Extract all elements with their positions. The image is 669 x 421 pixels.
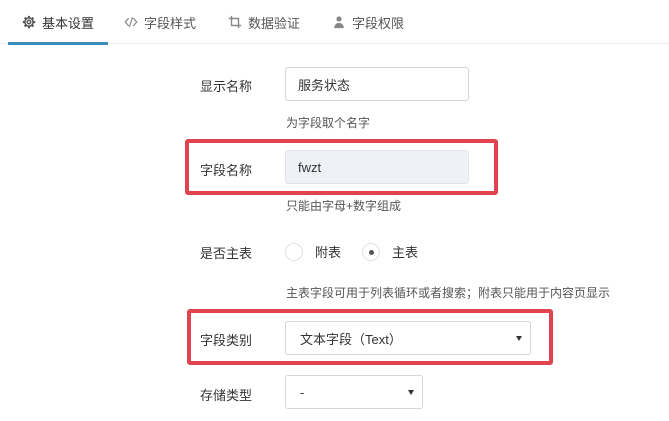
- storage-type-select[interactable]: -: [285, 375, 423, 409]
- tab-data-validation[interactable]: 数据验证: [228, 0, 300, 44]
- tab-label: 基本设置: [42, 15, 95, 31]
- storage-type-label: 存储类型: [200, 388, 253, 403]
- caret-down-icon: [408, 390, 414, 395]
- tab-bar: 基本设置 字段样式 数据验证 字段权限: [0, 0, 669, 45]
- tab-field-style[interactable]: 字段样式: [124, 0, 196, 44]
- radio-attached-table[interactable]: 附表: [285, 242, 341, 261]
- display-name-input[interactable]: [285, 67, 469, 101]
- tab-basic-settings[interactable]: 基本设置: [7, 0, 109, 45]
- select-value: 文本字段（Text）: [300, 331, 402, 347]
- tab-field-permission[interactable]: 字段权限: [332, 0, 404, 44]
- tab-label: 字段权限: [352, 15, 405, 31]
- radio-circle-checked: [362, 242, 380, 261]
- radio-circle: [285, 242, 303, 261]
- display-name-help: 为字段取个名字: [286, 116, 371, 130]
- radio-label: 附表: [315, 245, 342, 260]
- field-name-input[interactable]: [285, 150, 469, 184]
- code-icon: [124, 15, 138, 29]
- field-name-label: 字段名称: [200, 163, 253, 178]
- field-type-select[interactable]: 文本字段（Text）: [285, 321, 531, 355]
- tab-label: 数据验证: [248, 15, 301, 31]
- main-table-help: 主表字段可用于列表循环或者搜索；附表只能用于内容页显示: [286, 286, 611, 300]
- select-value: -: [300, 384, 305, 400]
- crop-icon: [228, 15, 242, 29]
- radio-main-table[interactable]: 主表: [362, 242, 418, 261]
- field-name-help: 只能由字母+数字组成: [286, 199, 402, 213]
- user-icon: [332, 15, 346, 29]
- caret-down-icon: [516, 336, 522, 341]
- tab-label: 字段样式: [144, 15, 197, 31]
- display-name-label: 显示名称: [200, 79, 253, 94]
- main-table-label: 是否主表: [200, 246, 253, 261]
- field-type-label: 字段类别: [200, 333, 253, 348]
- radio-label: 主表: [392, 245, 419, 260]
- gear-icon: [22, 15, 36, 29]
